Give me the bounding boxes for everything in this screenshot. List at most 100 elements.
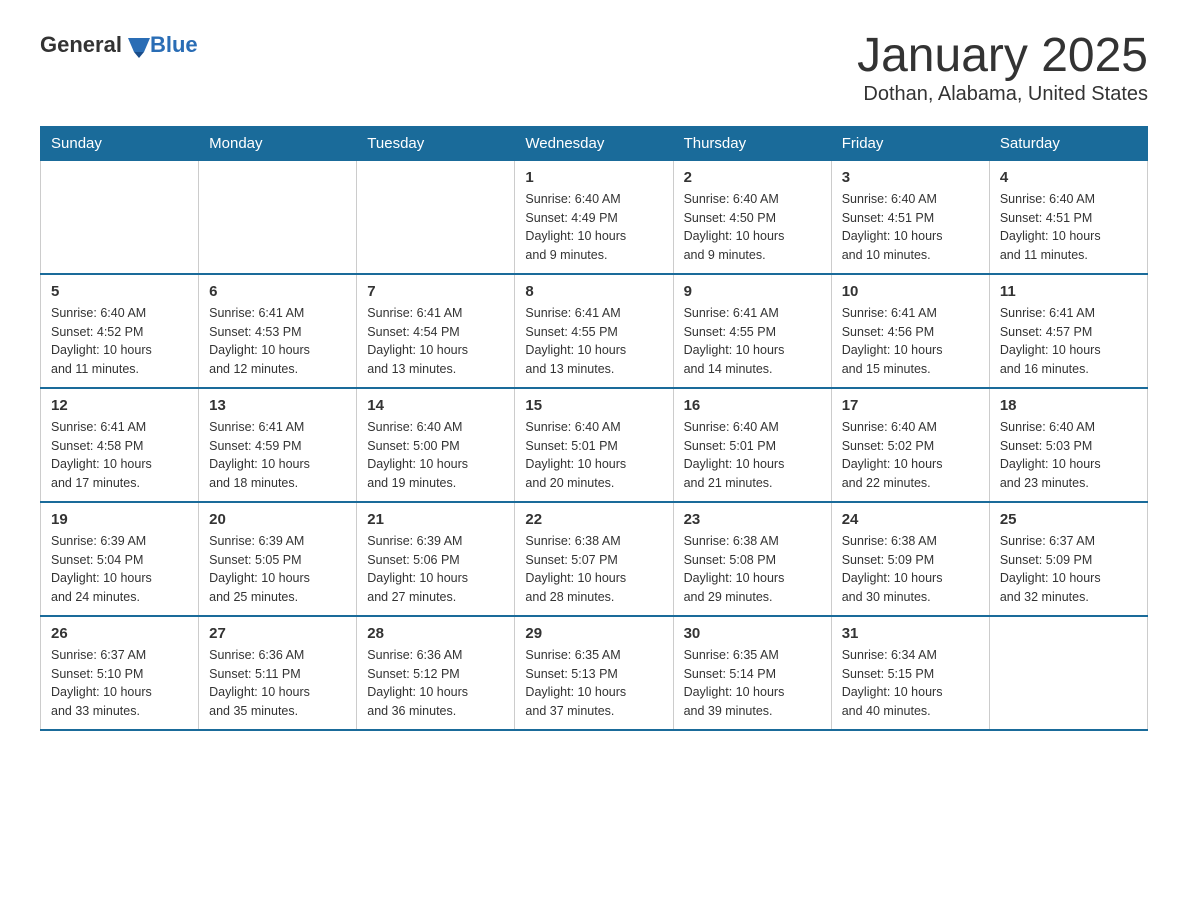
day-number: 5 bbox=[51, 283, 188, 300]
day-number: 12 bbox=[51, 397, 188, 414]
logo-text-general: General bbox=[40, 32, 122, 58]
day-info: Sunrise: 6:34 AM Sunset: 5:15 PM Dayligh… bbox=[842, 646, 979, 721]
calendar-cell: 17Sunrise: 6:40 AM Sunset: 5:02 PM Dayli… bbox=[831, 388, 989, 502]
day-number: 21 bbox=[367, 511, 504, 528]
calendar-cell: 25Sunrise: 6:37 AM Sunset: 5:09 PM Dayli… bbox=[989, 502, 1147, 616]
day-info: Sunrise: 6:36 AM Sunset: 5:11 PM Dayligh… bbox=[209, 646, 346, 721]
day-number: 17 bbox=[842, 397, 979, 414]
day-number: 13 bbox=[209, 397, 346, 414]
calendar-cell bbox=[41, 160, 199, 274]
day-info: Sunrise: 6:39 AM Sunset: 5:04 PM Dayligh… bbox=[51, 532, 188, 607]
col-wednesday: Wednesday bbox=[515, 126, 673, 160]
calendar-cell: 11Sunrise: 6:41 AM Sunset: 4:57 PM Dayli… bbox=[989, 274, 1147, 388]
page-header: General Blue January 2025 Dothan, Alabam… bbox=[40, 30, 1148, 106]
day-info: Sunrise: 6:41 AM Sunset: 4:54 PM Dayligh… bbox=[367, 304, 504, 379]
calendar-cell: 9Sunrise: 6:41 AM Sunset: 4:55 PM Daylig… bbox=[673, 274, 831, 388]
calendar-cell: 16Sunrise: 6:40 AM Sunset: 5:01 PM Dayli… bbox=[673, 388, 831, 502]
day-number: 22 bbox=[525, 511, 662, 528]
day-info: Sunrise: 6:40 AM Sunset: 5:03 PM Dayligh… bbox=[1000, 418, 1137, 493]
calendar-week-3: 12 Sunrise: 6:41 AM Sunset: 4:58 PM Dayli… bbox=[41, 388, 1148, 502]
day-number: 29 bbox=[525, 625, 662, 642]
calendar-cell: 15 Sunrise: 6:40 AM Sunset: 5:01 PM Dayli… bbox=[515, 388, 673, 502]
calendar-cell: 4Sunrise: 6:40 AM Sunset: 4:51 PM Daylig… bbox=[989, 160, 1147, 274]
calendar-week-1: 1Sunrise: 6:40 AM Sunset: 4:49 PM Daylig… bbox=[41, 160, 1148, 274]
page-subtitle: Dothan, Alabama, United States bbox=[857, 83, 1148, 106]
calendar-cell: 21 Sunrise: 6:39 AM Sunset: 5:06 PM Dayli… bbox=[357, 502, 515, 616]
day-number: 3 bbox=[842, 169, 979, 186]
day-info: Sunrise: 6:35 AM Sunset: 5:13 PM Dayligh… bbox=[525, 646, 662, 721]
calendar-cell bbox=[989, 616, 1147, 730]
day-number: 20 bbox=[209, 511, 346, 528]
day-info: Sunrise: 6:41 AM Sunset: 4:55 PM Dayligh… bbox=[525, 304, 662, 379]
day-info: Sunrise: 6:40 AM Sunset: 4:49 PM Dayligh… bbox=[525, 190, 662, 265]
day-info: Sunrise: 6:39 AM Sunset: 5:06 PM Dayligh… bbox=[367, 532, 504, 607]
calendar-cell: 2Sunrise: 6:40 AM Sunset: 4:50 PM Daylig… bbox=[673, 160, 831, 274]
day-info: Sunrise: 6:40 AM Sunset: 5:00 PM Dayligh… bbox=[367, 418, 504, 493]
header-row: Sunday Monday Tuesday Wednesday Thursday… bbox=[41, 126, 1148, 160]
calendar-cell: 26Sunrise: 6:37 AM Sunset: 5:10 PM Dayli… bbox=[41, 616, 199, 730]
calendar-cell: 14 Sunrise: 6:40 AM Sunset: 5:00 PM Dayli… bbox=[357, 388, 515, 502]
col-thursday: Thursday bbox=[673, 126, 831, 160]
day-number: 23 bbox=[684, 511, 821, 528]
calendar-cell bbox=[357, 160, 515, 274]
day-info: Sunrise: 6:36 AM Sunset: 5:12 PM Dayligh… bbox=[367, 646, 504, 721]
calendar-cell: 13 Sunrise: 6:41 AM Sunset: 4:59 PM Dayli… bbox=[199, 388, 357, 502]
day-info: Sunrise: 6:38 AM Sunset: 5:09 PM Dayligh… bbox=[842, 532, 979, 607]
calendar-cell: 31 Sunrise: 6:34 AM Sunset: 5:15 PM Dayli… bbox=[831, 616, 989, 730]
day-info: Sunrise: 6:38 AM Sunset: 5:08 PM Dayligh… bbox=[684, 532, 821, 607]
calendar-cell: 23 Sunrise: 6:38 AM Sunset: 5:08 PM Dayli… bbox=[673, 502, 831, 616]
calendar-cell: 7Sunrise: 6:41 AM Sunset: 4:54 PM Daylig… bbox=[357, 274, 515, 388]
day-number: 10 bbox=[842, 283, 979, 300]
day-number: 30 bbox=[684, 625, 821, 642]
day-info: Sunrise: 6:40 AM Sunset: 4:50 PM Dayligh… bbox=[684, 190, 821, 265]
day-info: Sunrise: 6:40 AM Sunset: 4:52 PM Dayligh… bbox=[51, 304, 188, 379]
day-info: Sunrise: 6:40 AM Sunset: 4:51 PM Dayligh… bbox=[842, 190, 979, 265]
col-monday: Monday bbox=[199, 126, 357, 160]
logo: General Blue bbox=[40, 30, 198, 60]
day-number: 14 bbox=[367, 397, 504, 414]
logo-text-blue: Blue bbox=[150, 32, 198, 57]
day-number: 18 bbox=[1000, 397, 1137, 414]
day-info: Sunrise: 6:35 AM Sunset: 5:14 PM Dayligh… bbox=[684, 646, 821, 721]
day-number: 31 bbox=[842, 625, 979, 642]
calendar-table: Sunday Monday Tuesday Wednesday Thursday… bbox=[40, 126, 1148, 731]
calendar-header: Sunday Monday Tuesday Wednesday Thursday… bbox=[41, 126, 1148, 160]
day-number: 15 bbox=[525, 397, 662, 414]
calendar-cell: 24Sunrise: 6:38 AM Sunset: 5:09 PM Dayli… bbox=[831, 502, 989, 616]
day-number: 16 bbox=[684, 397, 821, 414]
calendar-cell: 29 Sunrise: 6:35 AM Sunset: 5:13 PM Dayli… bbox=[515, 616, 673, 730]
calendar-week-4: 19 Sunrise: 6:39 AM Sunset: 5:04 PM Dayli… bbox=[41, 502, 1148, 616]
day-number: 26 bbox=[51, 625, 188, 642]
page-title: January 2025 bbox=[857, 30, 1148, 83]
day-info: Sunrise: 6:41 AM Sunset: 4:58 PM Dayligh… bbox=[51, 418, 188, 493]
calendar-cell: 8 Sunrise: 6:41 AM Sunset: 4:55 PM Daylig… bbox=[515, 274, 673, 388]
day-number: 28 bbox=[367, 625, 504, 642]
day-number: 8 bbox=[525, 283, 662, 300]
col-sunday: Sunday bbox=[41, 126, 199, 160]
calendar-cell: 20 Sunrise: 6:39 AM Sunset: 5:05 PM Dayli… bbox=[199, 502, 357, 616]
calendar-cell: 5 Sunrise: 6:40 AM Sunset: 4:52 PM Daylig… bbox=[41, 274, 199, 388]
calendar-cell bbox=[199, 160, 357, 274]
day-info: Sunrise: 6:40 AM Sunset: 5:01 PM Dayligh… bbox=[525, 418, 662, 493]
calendar-week-5: 26Sunrise: 6:37 AM Sunset: 5:10 PM Dayli… bbox=[41, 616, 1148, 730]
calendar-cell: 22 Sunrise: 6:38 AM Sunset: 5:07 PM Dayli… bbox=[515, 502, 673, 616]
day-number: 6 bbox=[209, 283, 346, 300]
calendar-cell: 30 Sunrise: 6:35 AM Sunset: 5:14 PM Dayli… bbox=[673, 616, 831, 730]
day-number: 27 bbox=[209, 625, 346, 642]
calendar-cell: 6 Sunrise: 6:41 AM Sunset: 4:53 PM Daylig… bbox=[199, 274, 357, 388]
day-number: 9 bbox=[684, 283, 821, 300]
day-info: Sunrise: 6:39 AM Sunset: 5:05 PM Dayligh… bbox=[209, 532, 346, 607]
title-block: January 2025 Dothan, Alabama, United Sta… bbox=[857, 30, 1148, 106]
calendar-week-2: 5 Sunrise: 6:40 AM Sunset: 4:52 PM Daylig… bbox=[41, 274, 1148, 388]
day-number: 4 bbox=[1000, 169, 1137, 186]
day-info: Sunrise: 6:41 AM Sunset: 4:53 PM Dayligh… bbox=[209, 304, 346, 379]
calendar-cell: 28 Sunrise: 6:36 AM Sunset: 5:12 PM Dayli… bbox=[357, 616, 515, 730]
calendar-cell: 19 Sunrise: 6:39 AM Sunset: 5:04 PM Dayli… bbox=[41, 502, 199, 616]
calendar-cell: 1Sunrise: 6:40 AM Sunset: 4:49 PM Daylig… bbox=[515, 160, 673, 274]
day-info: Sunrise: 6:41 AM Sunset: 4:59 PM Dayligh… bbox=[209, 418, 346, 493]
day-info: Sunrise: 6:41 AM Sunset: 4:56 PM Dayligh… bbox=[842, 304, 979, 379]
day-info: Sunrise: 6:38 AM Sunset: 5:07 PM Dayligh… bbox=[525, 532, 662, 607]
col-tuesday: Tuesday bbox=[357, 126, 515, 160]
day-number: 19 bbox=[51, 511, 188, 528]
day-info: Sunrise: 6:41 AM Sunset: 4:57 PM Dayligh… bbox=[1000, 304, 1137, 379]
